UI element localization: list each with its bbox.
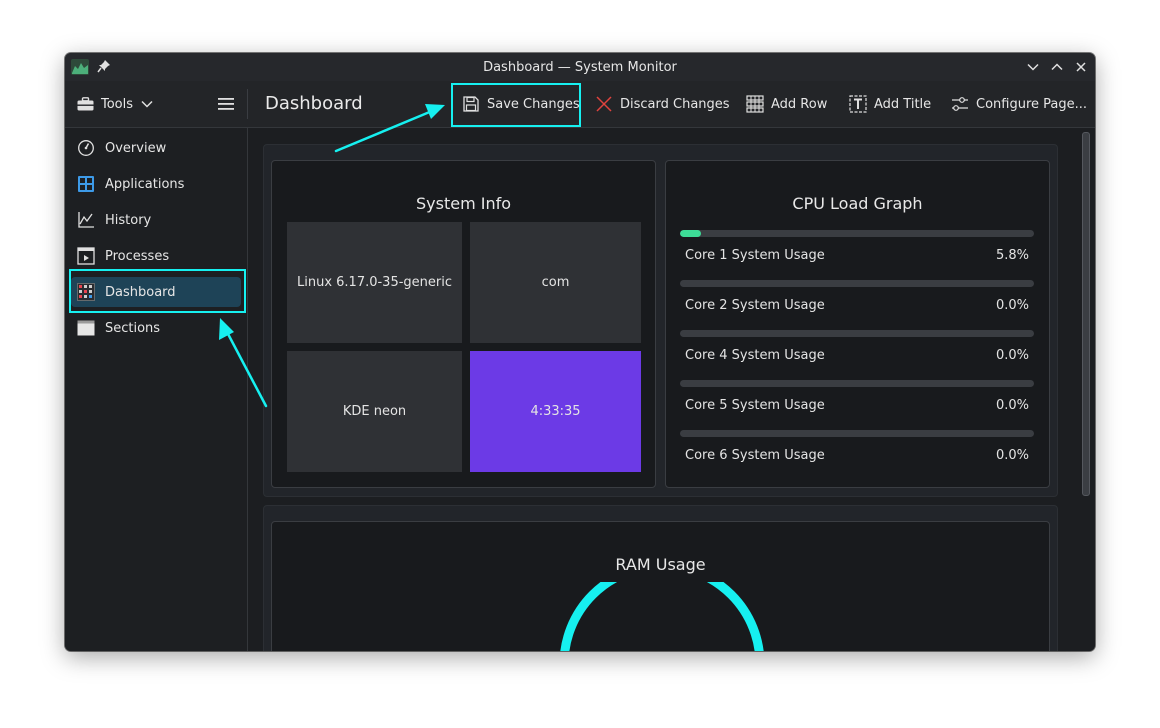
sidebar-item-label: Applications — [105, 176, 185, 192]
core-usage-value: 5.8% — [995, 248, 1029, 263]
dashboard-row-1: System Info Linux 6.17.0-35-generic com … — [263, 144, 1058, 497]
cpu-load-title: CPU Load Graph — [792, 194, 923, 213]
core-usage-label: Core 6 System Usage — [685, 448, 825, 463]
system-info-card: System Info Linux 6.17.0-35-generic com … — [271, 160, 656, 488]
toolbox-icon — [77, 97, 94, 111]
configure-page-button[interactable]: Configure Page... — [951, 81, 1087, 127]
discard-changes-label: Discard Changes — [620, 96, 730, 112]
scrollbar-thumb[interactable] — [1082, 132, 1090, 496]
core-usage-label: Core 4 System Usage — [685, 348, 825, 363]
ram-usage-title: RAM Usage — [615, 555, 706, 574]
core-usage-bar — [680, 430, 1034, 437]
uptime-tile: 4:33:35 — [470, 351, 641, 472]
gauge-icon — [78, 140, 94, 156]
add-row-icon — [746, 95, 764, 113]
title-bar: Dashboard — System Monitor — [65, 53, 1095, 81]
system-monitor-window: Dashboard — System Monitor Tools Dashboa… — [65, 53, 1095, 651]
ram-usage-gauge — [560, 582, 764, 651]
add-row-label: Add Row — [771, 96, 828, 112]
core-usage-value: 0.0% — [995, 448, 1029, 463]
sidebar-item-sections[interactable]: Sections — [71, 313, 241, 343]
discard-changes-button[interactable]: Discard Changes — [595, 81, 730, 127]
save-changes-highlight-box — [451, 83, 581, 127]
core-usage-row: Core 2 System Usage 0.0% — [680, 280, 1034, 320]
core-usage-bar — [680, 330, 1034, 337]
sidebar-item-history[interactable]: History — [71, 205, 241, 235]
chevron-down-icon — [141, 100, 153, 108]
core-usage-label: Core 1 System Usage — [685, 248, 825, 263]
applications-icon — [78, 176, 94, 192]
core-usage-value: 0.0% — [995, 348, 1029, 363]
toolbar-separator — [247, 89, 248, 119]
core-usage-fill — [680, 230, 701, 237]
processes-icon — [77, 247, 95, 265]
vertical-scrollbar[interactable] — [1077, 128, 1095, 651]
tools-label: Tools — [101, 96, 134, 112]
page-title: Dashboard — [265, 93, 363, 114]
dashboard-highlight-box — [69, 269, 246, 313]
sidebar-item-label: Overview — [105, 140, 167, 156]
dashboard-content: System Info Linux 6.17.0-35-generic com … — [248, 128, 1074, 651]
add-row-button[interactable]: Add Row — [746, 81, 827, 127]
dashboard-row-2: RAM Usage — [263, 505, 1058, 651]
history-chart-icon — [78, 212, 94, 228]
core-usage-label: Core 5 System Usage — [685, 398, 825, 413]
window-title: Dashboard — System Monitor — [483, 60, 677, 75]
sidebar-item-overview[interactable]: Overview — [71, 133, 241, 163]
add-title-button[interactable]: Add Title — [849, 81, 931, 127]
add-title-icon — [849, 95, 867, 113]
close-button[interactable] — [1074, 60, 1088, 74]
close-icon — [1076, 62, 1086, 72]
discard-icon — [596, 96, 612, 112]
core-usage-row: Core 4 System Usage 0.0% — [680, 330, 1034, 370]
sidebar-item-processes[interactable]: Processes — [71, 241, 241, 271]
sidebar-item-label: History — [105, 212, 152, 228]
ram-usage-card: RAM Usage — [271, 521, 1050, 651]
tools-menu-button[interactable]: Tools — [77, 93, 153, 115]
chevron-up-icon — [1051, 63, 1063, 71]
system-info-title: System Info — [415, 194, 512, 213]
add-title-label: Add Title — [874, 96, 932, 112]
hostname-tile: com — [470, 222, 641, 343]
core-usage-value: 0.0% — [995, 298, 1029, 313]
core-usage-row: Core 1 System Usage 5.8% — [680, 230, 1034, 270]
configure-page-label: Configure Page... — [976, 96, 1088, 112]
core-usage-value: 0.0% — [995, 398, 1029, 413]
hamburger-menu-icon[interactable] — [217, 96, 235, 112]
minimize-button[interactable] — [1026, 60, 1040, 74]
core-usage-row: Core 6 System Usage 0.0% — [680, 430, 1034, 470]
maximize-button[interactable] — [1050, 60, 1064, 74]
core-usage-bar — [680, 280, 1034, 287]
configure-icon — [952, 97, 968, 111]
sidebar-item-applications[interactable]: Applications — [71, 169, 241, 199]
sections-icon — [77, 320, 95, 336]
core-usage-bar — [680, 380, 1034, 387]
core-usage-row: Core 5 System Usage 0.0% — [680, 380, 1034, 420]
cpu-load-card: CPU Load Graph Core 1 System Usage 5.8% … — [665, 160, 1050, 488]
kernel-version-tile: Linux 6.17.0-35-generic — [287, 222, 462, 343]
core-usage-bar — [680, 230, 1034, 237]
distribution-tile: KDE neon — [287, 351, 462, 472]
core-usage-label: Core 2 System Usage — [685, 298, 825, 313]
sidebar: Overview Applications History Processes … — [65, 128, 248, 651]
sidebar-item-label: Processes — [105, 248, 170, 264]
chevron-down-icon — [1027, 63, 1039, 71]
sidebar-item-label: Sections — [105, 320, 161, 336]
